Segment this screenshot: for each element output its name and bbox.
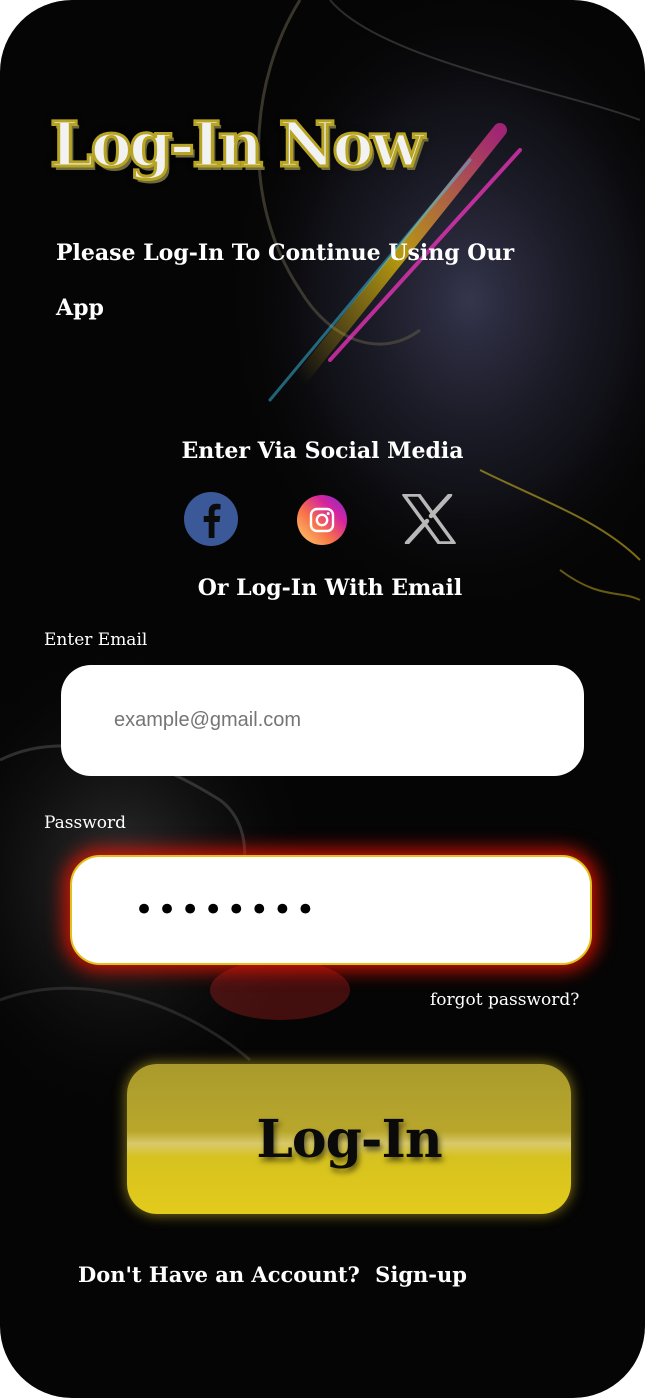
social-heading: Enter Via Social Media — [181, 438, 464, 464]
x-icon[interactable] — [402, 494, 456, 544]
page-subtitle: Please Log-In To Continue Using Our App — [56, 240, 515, 321]
signup-row: Don't Have an Account? Sign-up — [78, 1262, 467, 1287]
password-label: Password — [44, 813, 127, 833]
forgot-password-link[interactable]: forgot password? — [430, 990, 579, 1010]
email-login-heading: Or Log-In With Email — [197, 575, 463, 601]
phone-screen: Log-In Now Please Log-In To Continue Usi… — [0, 0, 645, 1398]
login-button[interactable]: Log-In — [127, 1064, 571, 1214]
email-label: Enter Email — [44, 630, 148, 650]
signup-link[interactable]: Sign-up — [375, 1262, 467, 1287]
instagram-icon[interactable] — [297, 495, 347, 545]
social-login-row — [0, 492, 645, 552]
page-title: Log-In Now — [48, 107, 425, 183]
password-input[interactable]: •••••••• — [70, 855, 592, 965]
login-button-label: Log-In — [256, 1108, 442, 1170]
signup-prompt: Don't Have an Account? — [78, 1262, 360, 1287]
email-input[interactable] — [61, 665, 584, 776]
facebook-icon[interactable] — [184, 492, 238, 546]
